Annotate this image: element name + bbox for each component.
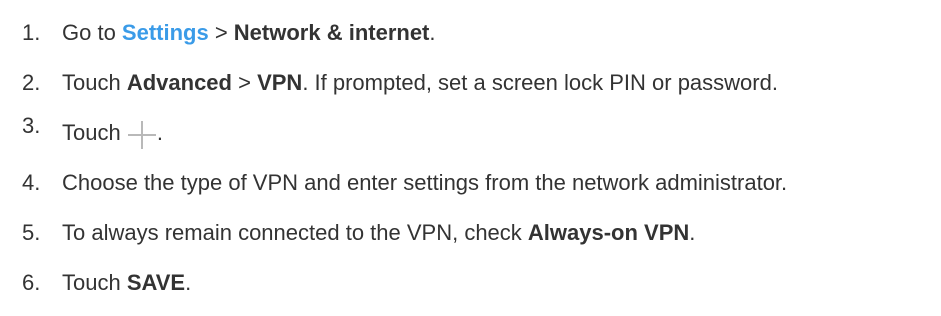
step-text: Choose the type of VPN and enter setting… [62,168,787,198]
step-number: 2. [22,70,41,95]
step-text-part: Touch [62,70,127,95]
plus-icon [127,120,157,150]
settings-link[interactable]: Settings [122,20,209,45]
network-internet-label: Network & internet [233,20,430,45]
step-text: Touch . [62,118,163,150]
save-label: SAVE [126,270,186,295]
step-number: 6. [22,270,41,295]
advanced-label: Advanced [126,70,232,95]
step-text-part: . [689,220,696,245]
step-text: Touch Advanced > VPN. If prompted, set a… [62,68,778,98]
always-on-vpn-label: Always-on VPN [527,220,690,245]
step-text-part: . If prompted, set a screen lock PIN or … [302,70,778,95]
step-text-part: . [185,270,192,295]
step-text-part: Go to [62,20,122,45]
step-number: 1. [22,20,41,45]
step-text-part: To always remain connected to the VPN, c… [62,220,528,245]
step-number: 4. [22,170,41,195]
step-text-part: . [156,120,163,145]
step-text-part: > [231,70,258,95]
step-number: 3. [22,113,41,138]
step-text: Go to Settings > Network & internet. [62,18,436,48]
vpn-label: VPN [257,70,303,95]
step-text: To always remain connected to the VPN, c… [62,218,695,248]
step-text-part: Touch [62,270,127,295]
step-text-part: Choose the type of VPN and enter setting… [62,170,788,195]
step-text: Touch SAVE. [62,268,191,298]
step-text-part: Touch [62,120,127,145]
step-text-part: > [208,20,234,45]
step-number: 5. [22,220,41,245]
step-text-part: . [429,20,436,45]
